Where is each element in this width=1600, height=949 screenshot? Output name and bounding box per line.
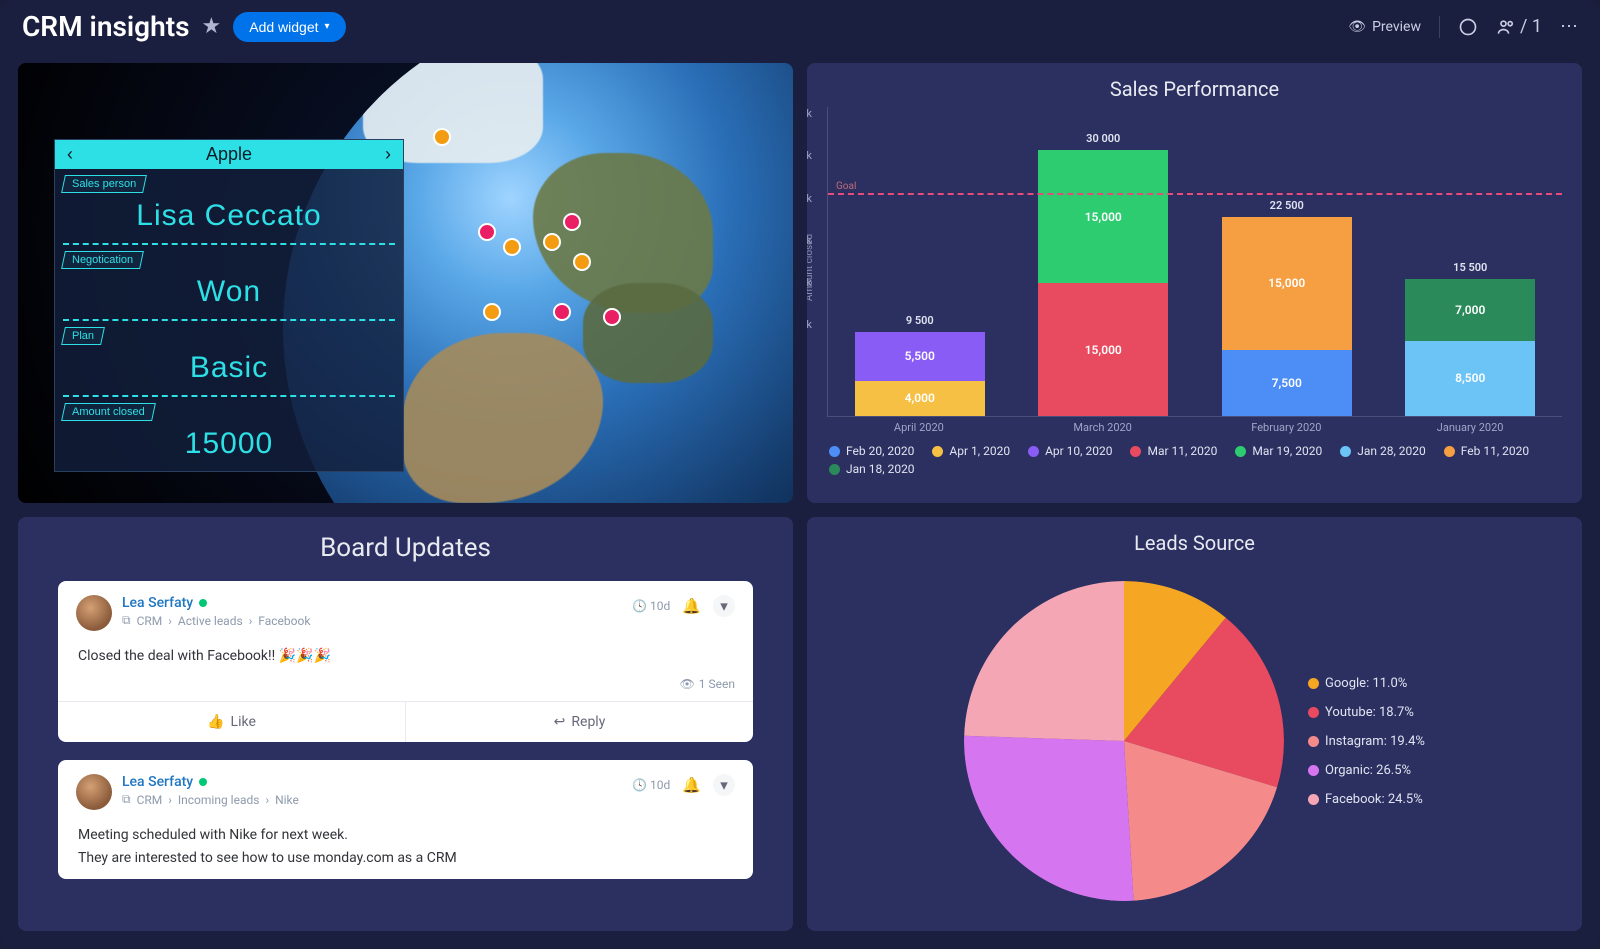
board-updates-title: Board Updates (18, 517, 793, 581)
preview-label: Preview (1372, 19, 1421, 35)
leads-source-pie (964, 581, 1284, 901)
hud-value-amount: 15000 (55, 421, 403, 471)
bell-icon[interactable]: 🔔 (682, 597, 701, 615)
leads-source-title: Leads Source (807, 517, 1582, 561)
legend-item: Youtube: 18.7% (1308, 705, 1425, 720)
board-updates-widget[interactable]: Board Updates Lea Serfaty ⧉CRM›Active lea… (18, 517, 793, 931)
hud-prev-icon[interactable]: ‹ (67, 144, 73, 165)
favorite-star-icon[interactable]: ★ (202, 14, 222, 39)
hud-value-negotiation: Won (55, 269, 403, 319)
bar-group: 15 5008,5007,000 (1405, 279, 1535, 416)
bell-icon[interactable]: 🔔 (682, 776, 701, 794)
legend-item: Google: 11.0% (1308, 676, 1425, 691)
hud-company: Apple (206, 144, 252, 165)
avatar[interactable] (76, 774, 112, 810)
hud-next-icon[interactable]: › (385, 144, 391, 165)
chat-icon[interactable] (1458, 17, 1478, 37)
update-body: Closed the deal with Facebook!! 🎉🎉🎉 (76, 631, 735, 677)
hud-value-plan: Basic (55, 345, 403, 395)
like-button[interactable]: 👍Like (58, 702, 405, 742)
update-body: Meeting scheduled with Nike for next wee… (76, 810, 735, 879)
preview-button[interactable]: 👁 Preview (1348, 19, 1421, 35)
globe-hud-card: ‹ Apple › Sales person Lisa Ceccato Nego… (54, 139, 404, 472)
leads-legend: Google: 11.0% Youtube: 18.7% Instagram: 19… (1308, 676, 1425, 807)
hud-label-salesperson: Sales person (72, 178, 136, 190)
author-name[interactable]: Lea Serfaty (122, 595, 193, 611)
page-title: CRM insights (22, 10, 190, 43)
legend-item: Organic: 26.5% (1308, 763, 1425, 778)
reply-button[interactable]: ↩Reply (405, 702, 753, 742)
online-icon (199, 778, 207, 786)
globe-widget[interactable]: ‹ Apple › Sales person Lisa Ceccato Nego… (18, 63, 793, 503)
hud-label-plan: Plan (72, 330, 94, 342)
eye-icon: 👁 (1348, 19, 1366, 35)
bar-group: 9 5004,0005,500 (855, 332, 985, 416)
breadcrumb[interactable]: ⧉CRM›Incoming leads›Nike (122, 792, 299, 807)
hud-value-salesperson: Lisa Ceccato (55, 193, 403, 243)
card-more-icon[interactable]: ▾ (713, 774, 735, 796)
bar-group: 30 00015,00015,000 (1038, 150, 1168, 416)
online-icon (199, 599, 207, 607)
header: CRM insights ★ Add widget ▾ 👁 Preview / … (0, 0, 1600, 53)
sales-performance-chart: 35k30k25k20k15k10k5k0 Amount closed Goal… (827, 107, 1562, 417)
legend-item: Facebook: 24.5% (1308, 792, 1425, 807)
hud-label-negotiation: Negotication (72, 254, 133, 266)
sales-performance-widget[interactable]: Sales Performance 35k30k25k20k15k10k5k0 … (807, 63, 1582, 503)
chevron-down-icon: ▾ (325, 21, 330, 32)
sales-performance-title: Sales Performance (807, 63, 1582, 107)
legend-item: Instagram: 19.4% (1308, 734, 1425, 749)
people-icon[interactable]: / 1 (1496, 16, 1542, 37)
bar-group: 22 5007,50015,000 (1222, 217, 1352, 416)
card-more-icon[interactable]: ▾ (713, 595, 735, 617)
breadcrumb[interactable]: ⧉CRM›Active leads›Facebook (122, 613, 310, 628)
sales-legend: Feb 20, 2020Apr 1, 2020Apr 10, 2020Mar 1… (807, 434, 1582, 486)
author-name[interactable]: Lea Serfaty (122, 774, 193, 790)
y-axis-title: Amount closed (807, 233, 815, 300)
add-widget-label: Add widget (249, 19, 318, 35)
update-card: Lea Serfaty⧉CRM›Incoming leads›Nike🕓 10d… (58, 760, 753, 879)
leads-source-widget[interactable]: Leads Source Google: 11.0% Youtube: 18.7%… (807, 517, 1582, 931)
hud-label-amount: Amount closed (72, 406, 145, 418)
avatar[interactable] (76, 595, 112, 631)
more-icon[interactable]: ⋯ (1560, 16, 1578, 37)
seen-count: 1 Seen (699, 677, 735, 691)
update-card: Lea Serfaty⧉CRM›Active leads›Facebook🕓 1… (58, 581, 753, 742)
people-count: / 1 (1520, 16, 1542, 37)
add-widget-button[interactable]: Add widget ▾ (233, 12, 345, 42)
